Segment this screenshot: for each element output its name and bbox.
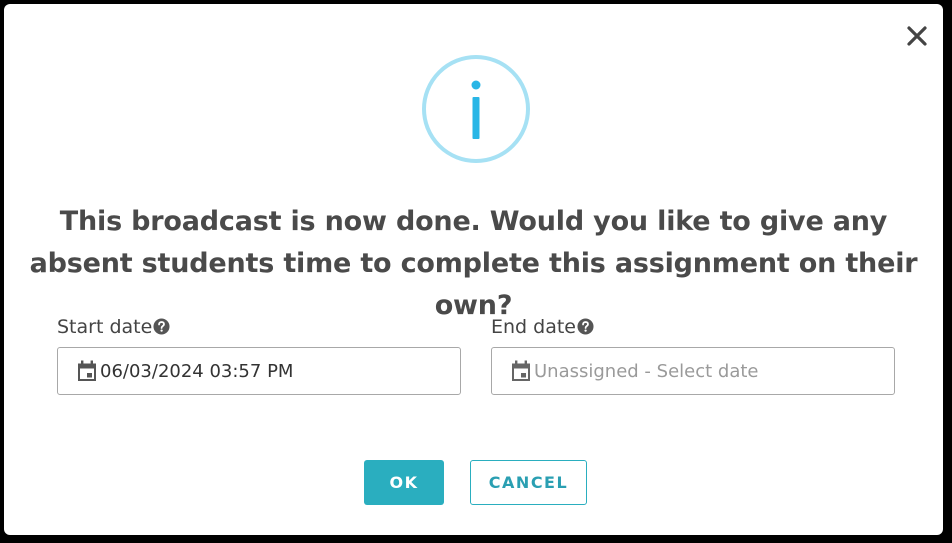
- info-icon: [422, 55, 530, 163]
- close-icon: [907, 26, 927, 46]
- start-date-input[interactable]: 06/03/2024 03:57 PM: [57, 347, 461, 395]
- end-date-field: End date Unassigned - Select date: [491, 314, 895, 395]
- help-icon[interactable]: [153, 317, 170, 335]
- cancel-button[interactable]: CANCEL: [470, 460, 587, 505]
- calendar-icon: [78, 360, 96, 381]
- close-button[interactable]: [905, 24, 929, 48]
- help-icon[interactable]: [577, 317, 594, 335]
- start-date-value: 06/03/2024 03:57 PM: [100, 360, 294, 382]
- end-date-label: End date: [491, 316, 576, 338]
- end-date-input[interactable]: Unassigned - Select date: [491, 347, 895, 395]
- start-date-label: Start date: [57, 316, 153, 338]
- broadcast-done-dialog: This broadcast is now done. Would you li…: [4, 4, 943, 535]
- end-date-label-row: End date: [491, 314, 895, 340]
- start-date-field: Start date 06/03/2024 03:57 PM: [57, 314, 461, 395]
- dialog-message: This broadcast is now done. Would you li…: [29, 206, 918, 321]
- end-date-placeholder: Unassigned - Select date: [534, 360, 759, 382]
- calendar-icon: [512, 360, 530, 381]
- start-date-label-row: Start date: [57, 314, 461, 340]
- ok-button[interactable]: OK: [364, 460, 444, 505]
